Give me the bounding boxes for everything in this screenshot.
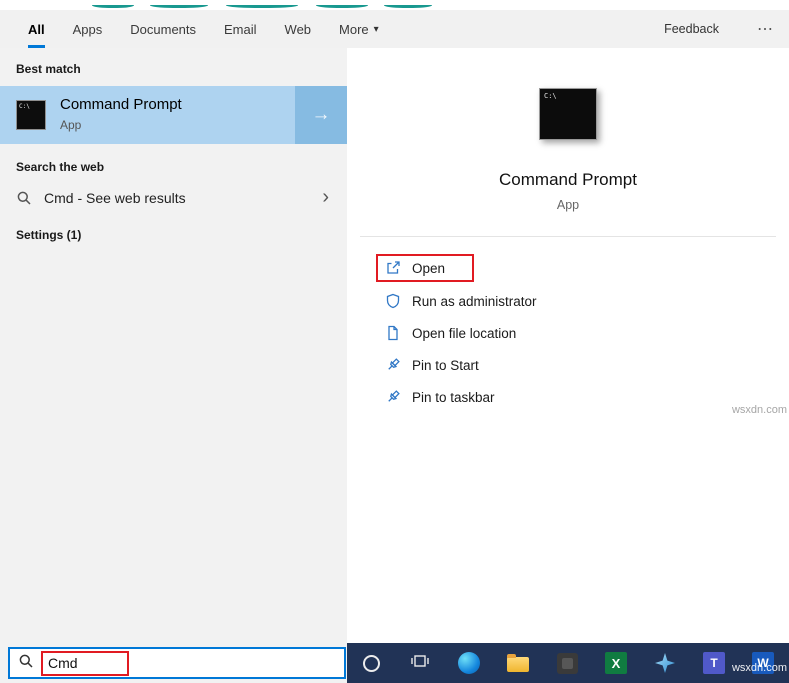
pin-icon — [385, 389, 401, 405]
cropped-banner — [0, 0, 789, 10]
tab-documents[interactable]: Documents — [130, 10, 196, 48]
admin-shield-icon — [385, 293, 401, 309]
pin-icon — [385, 357, 401, 373]
windows-search-flyout: All Apps Documents Email Web More ▾ Feed… — [0, 0, 789, 683]
app-title: Command Prompt — [347, 170, 789, 190]
watermark: wsxdn.com — [732, 404, 787, 416]
task-view-icon[interactable] — [408, 651, 432, 675]
open-icon — [385, 260, 401, 276]
search-category-tabs: All Apps Documents Email Web More ▾ Feed… — [0, 10, 789, 48]
cortana-icon[interactable] — [359, 651, 383, 675]
tab-apps[interactable]: Apps — [73, 10, 103, 48]
action-label: Open file location — [412, 326, 516, 341]
open-annotation-box: Open — [376, 254, 474, 282]
tab-email[interactable]: Email — [224, 10, 257, 48]
action-pin-to-start[interactable]: Pin to Start — [347, 349, 789, 381]
settings-header: Settings (1) — [16, 228, 81, 242]
file-explorer-icon[interactable] — [506, 651, 530, 675]
command-prompt-icon-large: C:\ — [539, 88, 597, 140]
search-icon — [18, 653, 34, 674]
search-input[interactable] — [41, 651, 129, 676]
tab-all[interactable]: All — [28, 10, 45, 48]
edge-browser-icon[interactable] — [457, 651, 481, 675]
best-match-header: Best match — [16, 62, 81, 76]
teams-icon[interactable]: T — [702, 651, 726, 675]
best-match-result[interactable]: C:\ Command Prompt App → — [0, 86, 347, 144]
action-open[interactable]: Open — [347, 251, 789, 285]
search-icon — [16, 190, 32, 211]
results-panel: Best match C:\ Command Prompt App → Sear… — [0, 48, 347, 683]
action-label: Open — [412, 261, 445, 276]
sparkle-app-icon[interactable] — [653, 651, 677, 675]
dark-app-icon[interactable] — [555, 651, 579, 675]
action-list: Open Run as administrator Open file loca… — [347, 251, 789, 413]
divider — [360, 236, 776, 237]
preview-panel: C:\ Command Prompt App Open Run as admin… — [347, 48, 789, 643]
search-web-header: Search the web — [16, 160, 104, 174]
action-label: Pin to taskbar — [412, 390, 495, 405]
tab-web[interactable]: Web — [285, 10, 312, 48]
command-prompt-icon: C:\ — [16, 100, 46, 130]
file-location-icon — [385, 325, 401, 341]
app-type-label: App — [347, 198, 789, 212]
overflow-menu-icon[interactable]: ⋯ — [757, 19, 773, 39]
chevron-down-icon: ▾ — [374, 24, 379, 35]
chevron-right-icon: › — [322, 186, 329, 209]
result-title: Command Prompt — [60, 96, 182, 113]
action-label: Run as administrator — [412, 294, 537, 309]
result-subtitle: App — [60, 118, 81, 132]
action-run-as-admin[interactable]: Run as administrator — [347, 285, 789, 317]
taskbar-search-box[interactable] — [8, 647, 346, 679]
watermark: wsxdn.com — [732, 662, 787, 674]
feedback-link[interactable]: Feedback — [664, 22, 719, 36]
web-suggestion-row[interactable]: Cmd - See web results › — [0, 182, 347, 216]
taskbar: X T W — [347, 643, 789, 683]
expand-arrow-icon[interactable]: → — [295, 86, 347, 144]
action-open-file-location[interactable]: Open file location — [347, 317, 789, 349]
web-suggestion-label: Cmd - See web results — [44, 190, 186, 206]
action-pin-to-taskbar[interactable]: Pin to taskbar — [347, 381, 789, 413]
action-label: Pin to Start — [412, 358, 479, 373]
excel-icon[interactable]: X — [604, 651, 628, 675]
tab-more[interactable]: More ▾ — [339, 10, 379, 48]
